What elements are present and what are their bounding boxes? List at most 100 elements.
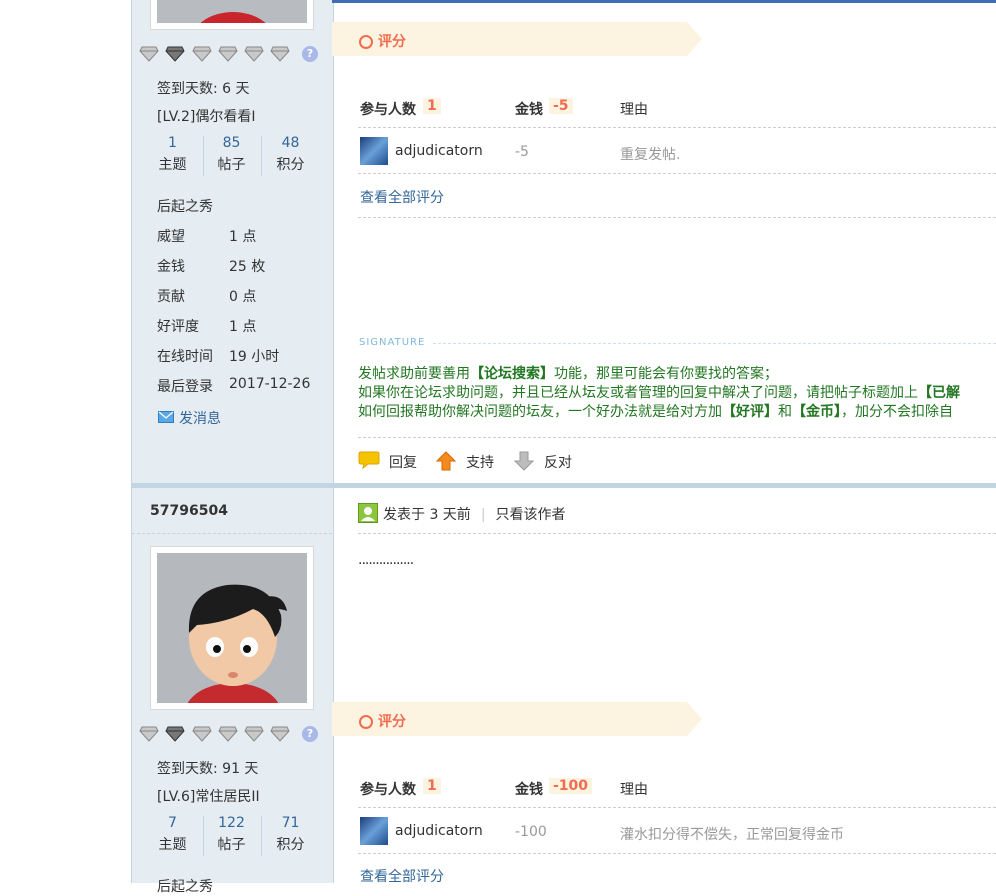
sig-text: 发帖求助前要善用 bbox=[358, 366, 470, 382]
diamond-medal-icon[interactable] bbox=[192, 724, 212, 742]
rating-participants-count[interactable]: 1 bbox=[423, 98, 441, 114]
post-meta-divider bbox=[358, 533, 996, 534]
cartoon-avatar-icon bbox=[200, 12, 266, 23]
user-online-icon bbox=[358, 503, 378, 523]
diamond-medal-icon[interactable] bbox=[244, 724, 264, 742]
field-label: 最后登录 bbox=[157, 379, 213, 395]
rating-money-total: -5 bbox=[549, 98, 573, 114]
help-icon[interactable]: ? bbox=[302, 46, 318, 62]
rating-participants-count[interactable]: 1 bbox=[423, 778, 441, 794]
diamond-medal-icon[interactable] bbox=[139, 724, 159, 742]
oppose-button[interactable]: 反对 bbox=[544, 452, 572, 472]
diamond-medal-icon[interactable] bbox=[165, 44, 185, 62]
field-value: 1 点 bbox=[229, 229, 257, 245]
rating-title: 评分 bbox=[378, 34, 406, 50]
avatar-image bbox=[157, 0, 307, 23]
actions-divider bbox=[358, 437, 996, 438]
sig-bold: 【金币】 bbox=[792, 404, 841, 420]
stat-topics[interactable]: 7 主题 bbox=[143, 812, 202, 856]
sig-bold: 【好评】 bbox=[722, 404, 778, 420]
rating-participants-label: 参与人数 bbox=[360, 782, 416, 798]
help-icon[interactable]: ? bbox=[302, 726, 318, 742]
rating-circle-icon bbox=[359, 715, 373, 729]
view-all-ratings-link[interactable]: 查看全部评分 bbox=[360, 866, 444, 886]
diamond-medal-icon[interactable] bbox=[165, 724, 185, 742]
view-all-ratings-link[interactable]: 查看全部评分 bbox=[360, 187, 444, 207]
user-rank: 后起之秀 bbox=[157, 199, 213, 215]
meta-separator: | bbox=[480, 507, 486, 523]
signature-line-3: 如何回报帮助你解决问题的坛友，一个好办法就是给对方加【好评】和【金币】，加分不会… bbox=[358, 404, 953, 421]
sidebar-divider bbox=[132, 533, 332, 534]
stat-label: 积分 bbox=[276, 157, 305, 173]
send-message-link[interactable]: 发消息 bbox=[179, 408, 221, 428]
rater-avatar[interactable] bbox=[360, 817, 388, 845]
stat-label: 主题 bbox=[158, 157, 187, 173]
field-value: 19 小时 bbox=[229, 349, 280, 365]
rater-avatar[interactable] bbox=[360, 137, 388, 165]
rating-divider bbox=[358, 807, 996, 808]
sig-bold[interactable]: 【论坛搜索】 bbox=[470, 366, 554, 382]
rating-divider bbox=[358, 127, 996, 128]
support-button[interactable]: 支持 bbox=[466, 452, 494, 472]
rating-money-label: 金钱 bbox=[515, 102, 543, 118]
avatar-post2[interactable] bbox=[150, 546, 314, 710]
user-stats: 7 主题 122 帖子 71 积分 bbox=[142, 812, 320, 860]
stat-points[interactable]: 48 积分 bbox=[261, 132, 320, 176]
diamond-medal-icon[interactable] bbox=[192, 44, 212, 62]
rater-reason: 灌水扣分得不偿失，正常回复得金币 bbox=[620, 827, 844, 843]
medal-row-post1: ? bbox=[139, 44, 324, 64]
diamond-medal-icon[interactable] bbox=[270, 44, 290, 62]
field-value: 1 点 bbox=[229, 319, 257, 335]
diamond-medal-icon[interactable] bbox=[139, 44, 159, 62]
rating-reason-label: 理由 bbox=[620, 782, 648, 798]
envelope-icon[interactable] bbox=[158, 411, 174, 423]
stat-num: 7 bbox=[168, 815, 177, 831]
stat-points[interactable]: 71 积分 bbox=[261, 812, 320, 856]
rating-circle-icon bbox=[359, 35, 373, 49]
thumbs-up-arrow-icon[interactable] bbox=[436, 451, 456, 471]
field-label: 金钱 bbox=[157, 259, 185, 275]
diamond-medal-icon[interactable] bbox=[218, 44, 238, 62]
stat-num: 71 bbox=[281, 815, 300, 831]
stat-posts[interactable]: 122 帖子 bbox=[202, 812, 261, 856]
post-time: 发表于 3 天前 bbox=[383, 507, 471, 523]
user-level[interactable]: [LV.2]偶尔看看I bbox=[157, 106, 255, 126]
speech-bubble-icon[interactable] bbox=[358, 450, 380, 470]
stat-num: 48 bbox=[281, 135, 300, 151]
rating-money-label: 金钱 bbox=[515, 782, 543, 798]
checkin-days: 签到天数: 91 天 bbox=[157, 761, 259, 777]
rating-divider bbox=[358, 217, 996, 218]
sig-text: 功能，那里可能会有你要找的答案； bbox=[554, 366, 778, 382]
sig-text: 如何回报帮助你解决问题的坛友，一个好办法就是给对方加 bbox=[358, 404, 722, 420]
reply-button[interactable]: 回复 bbox=[389, 452, 417, 472]
rater-username[interactable]: adjudicatorn bbox=[395, 143, 483, 159]
stat-topics[interactable]: 1 主题 bbox=[143, 132, 202, 176]
rating-money-total: -100 bbox=[549, 778, 593, 794]
only-author-link[interactable]: 只看该作者 bbox=[496, 507, 566, 523]
post-top-bar bbox=[332, 0, 996, 3]
stat-label: 积分 bbox=[276, 837, 305, 853]
thumbs-down-arrow-icon[interactable] bbox=[514, 451, 534, 471]
diamond-medal-icon[interactable] bbox=[244, 44, 264, 62]
cartoon-avatar-icon bbox=[157, 553, 307, 703]
sig-bold: 【已解 bbox=[918, 385, 960, 401]
rater-username[interactable]: adjudicatorn bbox=[395, 823, 483, 839]
stat-label: 帖子 bbox=[217, 837, 246, 853]
rating-title: 评分 bbox=[378, 714, 406, 730]
stat-label: 帖子 bbox=[217, 157, 246, 173]
post-separator bbox=[131, 483, 996, 488]
avatar-image bbox=[157, 553, 307, 703]
field-label: 在线时间 bbox=[157, 349, 213, 365]
signature-label: SIGNATURE bbox=[359, 337, 426, 348]
rating-divider bbox=[358, 173, 996, 174]
diamond-medal-icon[interactable] bbox=[270, 724, 290, 742]
rating-participants-label: 参与人数 bbox=[360, 102, 416, 118]
field-value: 25 枚 bbox=[229, 259, 266, 275]
avatar-post1[interactable] bbox=[150, 0, 314, 30]
stat-posts[interactable]: 85 帖子 bbox=[202, 132, 261, 176]
diamond-medal-icon[interactable] bbox=[218, 724, 238, 742]
post-author-username[interactable]: 57796504 bbox=[150, 503, 228, 519]
user-level[interactable]: [LV.6]常住居民II bbox=[157, 786, 260, 806]
rater-money: -5 bbox=[515, 144, 529, 160]
rating-reason-label: 理由 bbox=[620, 102, 648, 118]
